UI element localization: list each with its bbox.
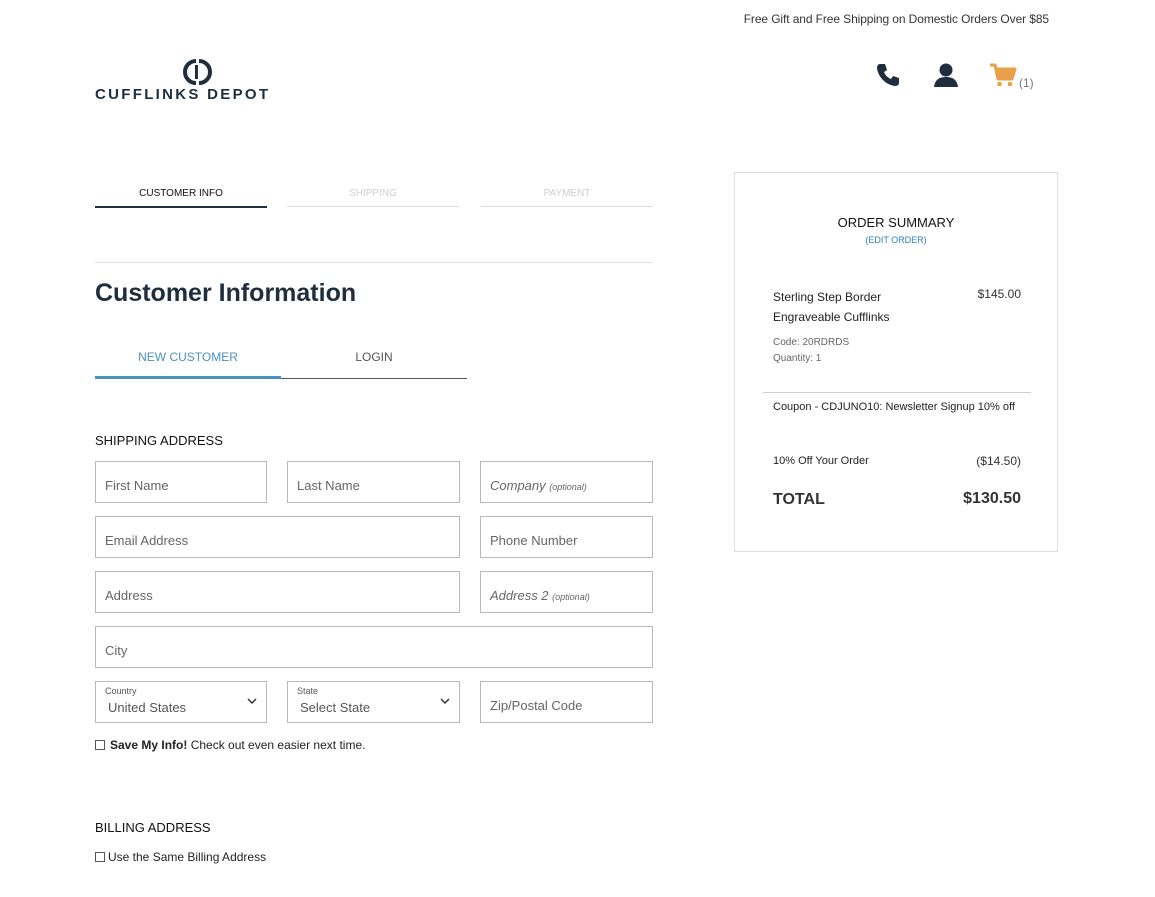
site-logo[interactable]: CUFFLINKS DEPOT <box>95 58 305 106</box>
billing-address-title: BILLING ADDRESS <box>95 820 211 835</box>
coupon-text: Coupon - CDJUNO10: Newsletter Signup 10%… <box>773 401 1015 413</box>
chevron-down-icon <box>440 698 450 705</box>
order-summary-panel: ORDER SUMMARY (EDIT ORDER) Sterling Step… <box>734 172 1058 552</box>
order-summary-title: ORDER SUMMARY <box>837 215 955 230</box>
last-name-placeholder: Last Name <box>297 478 360 493</box>
step-shipping: SHIPPING <box>349 188 397 199</box>
same-billing-label: Use the Same Billing Address <box>108 850 267 864</box>
zip-field[interactable]: Zip/Postal Code <box>480 681 653 723</box>
state-label: State <box>297 686 319 696</box>
section-divider <box>95 262 653 263</box>
summary-divider <box>763 392 1031 393</box>
company-placeholder: Company (optional) <box>490 478 587 493</box>
company-field[interactable]: Company (optional) <box>480 461 653 503</box>
save-info-checkbox[interactable] <box>95 740 105 750</box>
address-field[interactable]: Address <box>95 571 460 613</box>
phone-field[interactable]: Phone Number <box>480 516 653 558</box>
tab-login[interactable]: LOGIN <box>281 350 467 364</box>
page-title: Customer Information <box>95 279 357 307</box>
edit-order-link[interactable]: (EDIT ORDER) <box>735 235 1057 245</box>
address2-field[interactable]: Address 2 (optional) <box>480 571 653 613</box>
country-label: Country <box>105 686 137 696</box>
total-value: $130.50 <box>963 490 1021 507</box>
first-name-field[interactable]: First Name <box>95 461 267 503</box>
email-field[interactable]: Email Address <box>95 516 460 558</box>
shipping-address-title: SHIPPING ADDRESS <box>95 433 223 448</box>
address2-placeholder: Address 2 (optional) <box>490 588 590 603</box>
phone-placeholder: Phone Number <box>490 533 578 548</box>
logo-mark-icon <box>183 59 212 85</box>
address-placeholder: Address <box>105 588 153 603</box>
user-icon[interactable] <box>931 60 961 90</box>
step-shipping-line <box>287 206 459 207</box>
item-name: Sterling Step Border Engraveable Cufflin… <box>773 290 890 324</box>
cart-count: (1) <box>1019 76 1034 90</box>
country-value: United States <box>108 700 187 715</box>
phone-icon[interactable] <box>873 60 903 90</box>
step-customer-info: CUSTOMER INFO <box>139 188 223 199</box>
country-select[interactable]: Country United States <box>95 681 267 723</box>
promo-banner: Free Gift and Free Shipping on Domestic … <box>743 12 1049 26</box>
zip-placeholder: Zip/Postal Code <box>490 698 583 713</box>
discount-label: 10% Off Your Order <box>773 455 869 467</box>
email-placeholder: Email Address <box>105 533 189 548</box>
step-payment: PAYMENT <box>543 188 591 199</box>
state-value: Select State <box>300 700 371 715</box>
item-code: Code: 20RDRDS <box>773 337 850 348</box>
step-customer-info-line <box>95 206 267 208</box>
discount-value: ($14.50) <box>976 454 1021 468</box>
city-field[interactable]: City <box>95 626 653 668</box>
cart-icon[interactable] <box>988 60 1018 90</box>
item-price: $145.00 <box>977 287 1021 301</box>
total-label: TOTAL <box>773 491 825 508</box>
item-quantity: Quantity: 1 <box>773 353 822 364</box>
logo-text: CUFFLINKS DEPOT <box>95 86 271 103</box>
step-payment-line <box>481 206 653 207</box>
state-select[interactable]: State Select State <box>287 681 460 723</box>
tab-active-indicator <box>95 376 281 379</box>
tab-new-customer[interactable]: NEW CUSTOMER <box>95 350 281 364</box>
same-billing-checkbox[interactable] <box>95 852 105 862</box>
last-name-field[interactable]: Last Name <box>287 461 460 503</box>
save-info-label: Save My Info! Check out even easier next… <box>110 738 366 752</box>
chevron-down-icon <box>247 698 257 705</box>
city-placeholder: City <box>105 643 128 658</box>
first-name-placeholder: First Name <box>105 478 169 493</box>
